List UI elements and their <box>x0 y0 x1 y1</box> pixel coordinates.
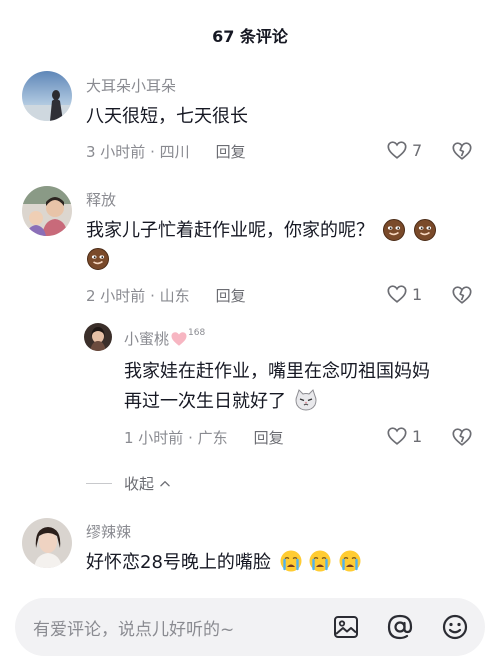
reply-time: 1 小时前 <box>124 429 184 447</box>
comments-header: 67 条评论 <box>0 0 500 78</box>
avatar[interactable] <box>22 186 72 236</box>
comment-text: 我家儿子忙着赶作业呢，你家的呢？ <box>86 220 374 241</box>
reply-username[interactable]: 小蜜桃 <box>124 328 169 349</box>
comment-text-line: 好怀恋28号晚上的嘴脸 <box>86 548 362 577</box>
dislike-icon[interactable] <box>451 284 473 306</box>
emoji-icon[interactable] <box>440 612 470 642</box>
cat-face-emoji-icon <box>295 389 317 411</box>
level-badge: 168 <box>188 328 206 338</box>
at-icon[interactable] <box>385 612 415 642</box>
dislike-icon[interactable] <box>451 140 473 162</box>
comment-username[interactable]: 缪辣辣 <box>86 521 131 542</box>
comment-text: 好怀恋28号晚上的嘴脸 <box>86 552 271 573</box>
dislike-icon[interactable] <box>451 426 473 448</box>
reply-button[interactable]: 回复 <box>216 141 246 162</box>
reply-text-line-2: 再过一次生日就好了 <box>124 391 286 412</box>
smug-face-emoji-icon <box>87 248 109 270</box>
comment-meta: 2 小时前 · 山东 回复 <box>86 285 246 306</box>
comment-location: 四川 <box>159 143 190 161</box>
reply-text-line-1: 我家娃在赶作业，嘴里在念叨祖国妈妈 <box>124 361 430 382</box>
comment-time: 2 小时前 <box>86 287 146 305</box>
like-button[interactable]: 7 <box>386 139 422 161</box>
like-count: 1 <box>412 284 423 304</box>
reply-button[interactable]: 回复 <box>254 427 284 448</box>
like-button[interactable]: 1 <box>386 425 422 447</box>
heart-icon <box>387 285 407 303</box>
heart-icon <box>387 141 407 159</box>
divider <box>86 483 112 484</box>
like-count: 1 <box>412 426 423 446</box>
avatar[interactable] <box>84 323 112 351</box>
chevron-up-icon <box>160 480 170 486</box>
reply-meta: 1 小时前 · 广东 回复 <box>124 427 284 448</box>
crying-face-emoji-icon <box>309 550 331 572</box>
image-icon[interactable] <box>331 612 361 642</box>
comment-time: 3 小时前 <box>86 143 146 161</box>
comment-count-title: 67 条评论 <box>212 27 288 46</box>
avatar[interactable] <box>22 518 72 568</box>
pink-heart-icon <box>171 332 187 346</box>
crying-face-emoji-icon <box>280 550 302 572</box>
meta-separator: · <box>145 142 160 161</box>
comment-location: 山东 <box>159 287 190 305</box>
like-button[interactable]: 1 <box>386 283 422 305</box>
like-count: 7 <box>412 140 423 160</box>
comment-username[interactable]: 释放 <box>86 189 116 210</box>
comment-input-bar[interactable]: 有爱评论，说点儿好听的~ <box>15 598 485 656</box>
reply-button[interactable]: 回复 <box>216 285 246 306</box>
meta-separator: · <box>183 428 198 447</box>
comment-text-line: 我家儿子忙着赶作业呢，你家的呢？ <box>86 216 437 245</box>
comment-username[interactable]: 大耳朵小耳朵 <box>86 75 176 96</box>
comment-input[interactable]: 有爱评论，说点儿好听的~ <box>33 615 234 640</box>
comment-text-line <box>86 245 110 274</box>
reply-location: 广东 <box>197 429 228 447</box>
collapse-label: 收起 <box>124 475 155 493</box>
reply-text-line-2-row: 再过一次生日就好了 <box>124 387 318 416</box>
collapse-replies-button[interactable]: 收起 <box>86 473 172 494</box>
reply-username-row: 小蜜桃 168 <box>124 328 205 349</box>
crying-face-emoji-icon <box>339 550 361 572</box>
meta-separator: · <box>145 286 160 305</box>
comment-text: 八天很短，七天很长 <box>86 106 248 127</box>
smug-face-emoji-icon <box>382 219 405 241</box>
heart-icon <box>387 427 407 445</box>
comment-meta: 3 小时前 · 四川 回复 <box>86 141 246 162</box>
avatar[interactable] <box>22 71 72 121</box>
smug-face-emoji-icon <box>414 219 437 241</box>
